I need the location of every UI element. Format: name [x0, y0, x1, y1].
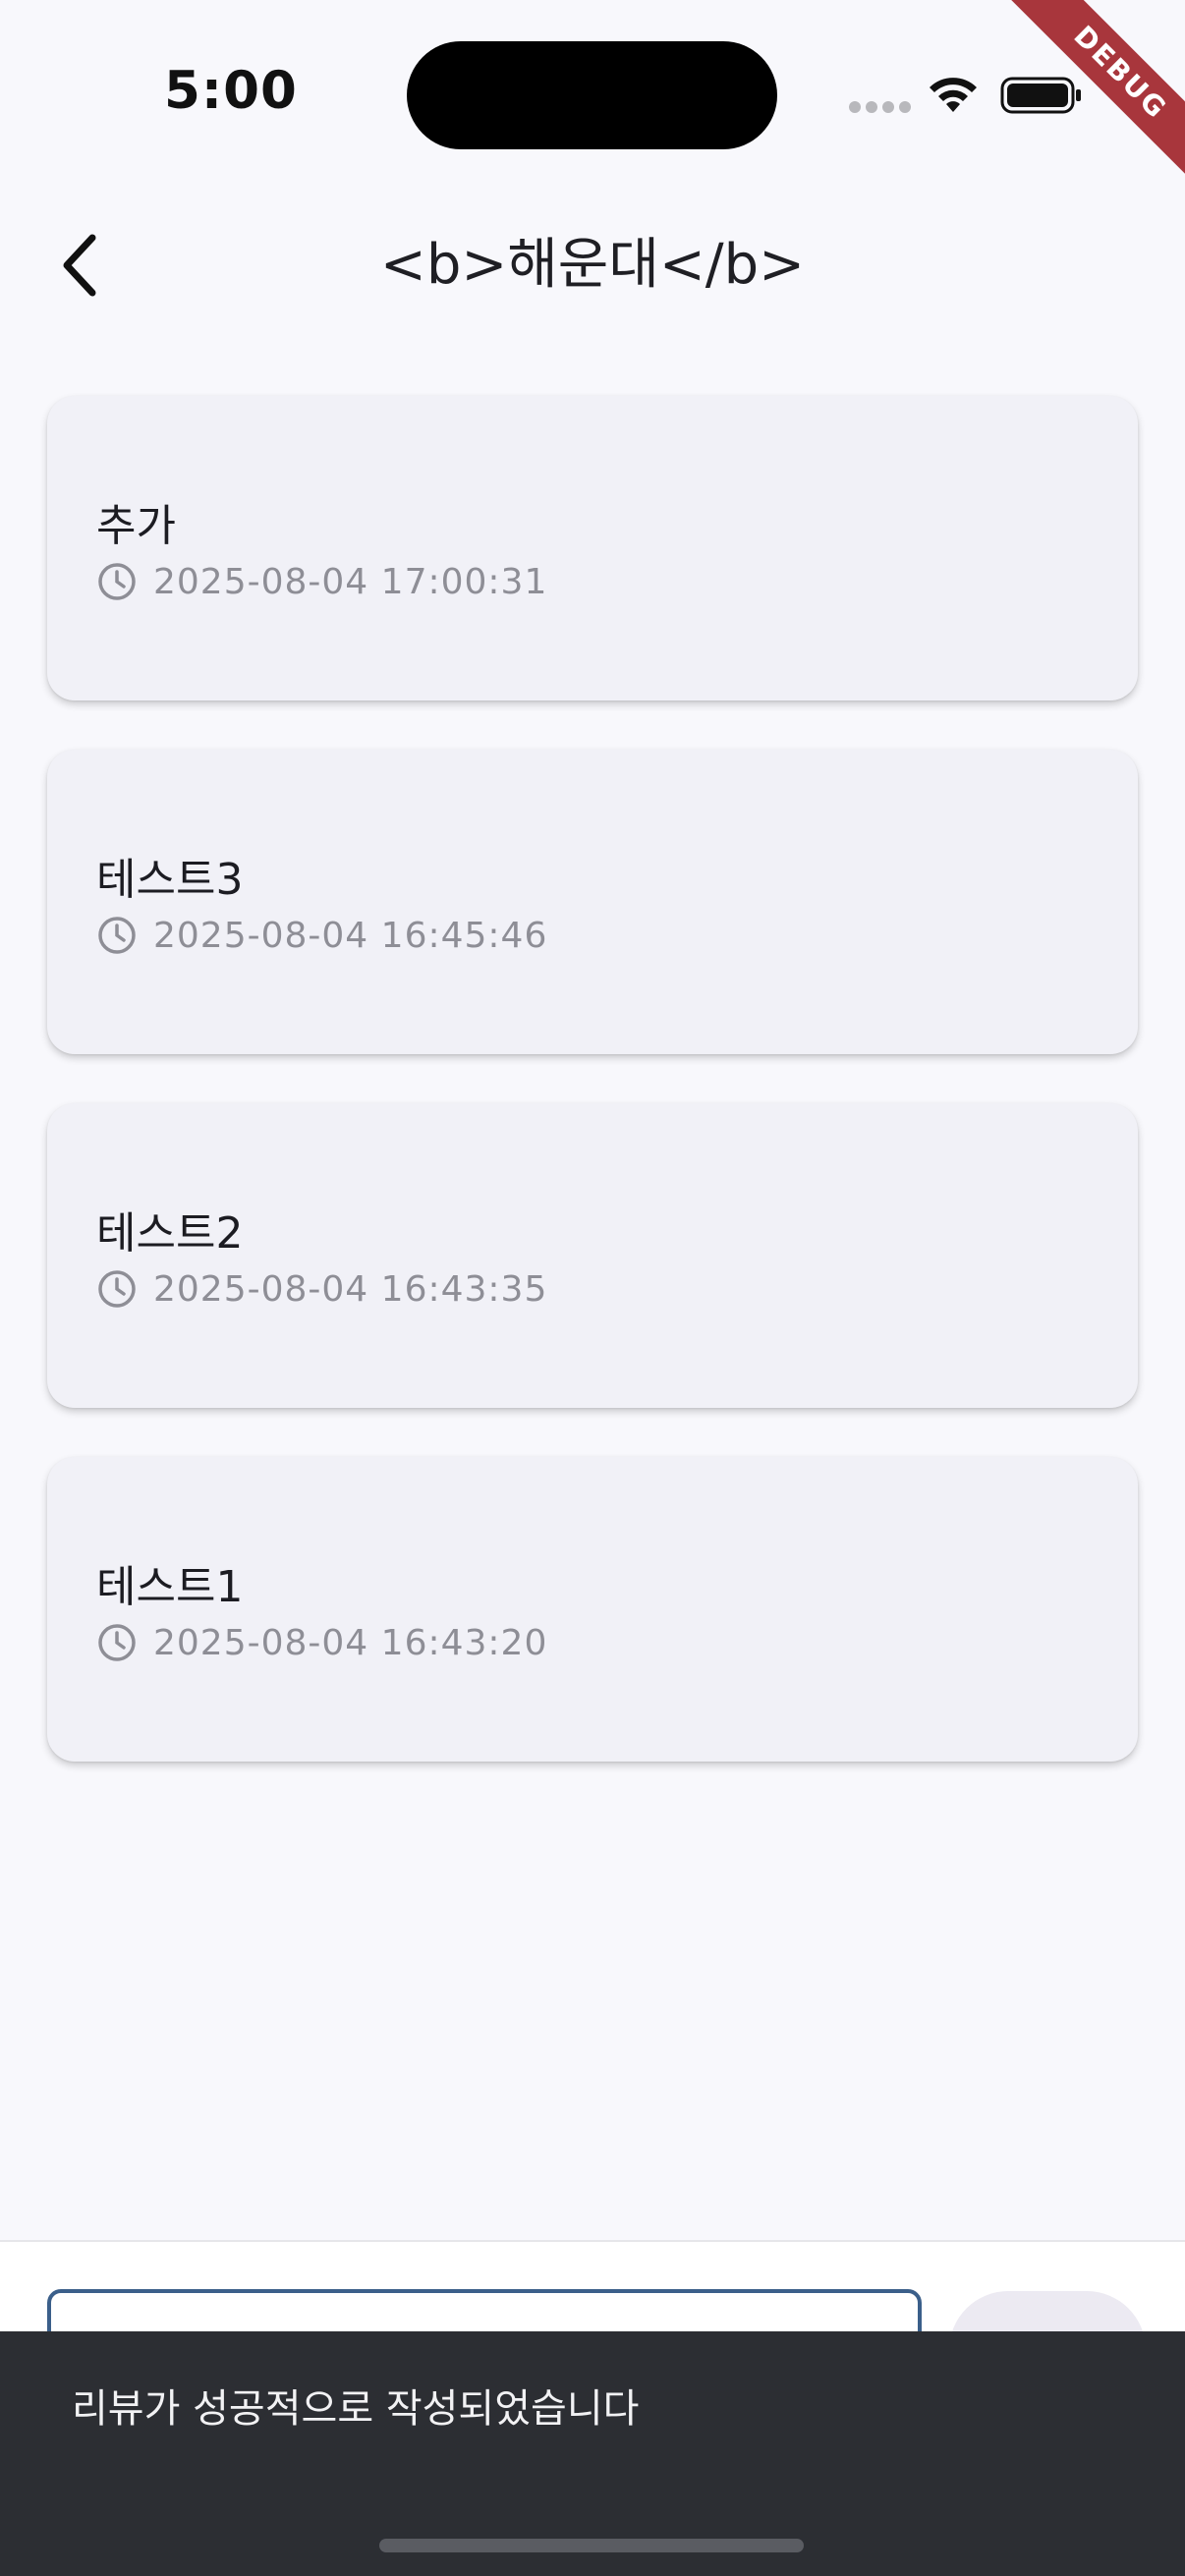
- review-card[interactable]: 추가 2025-08-04 17:00:31: [47, 396, 1138, 700]
- review-list: 추가 2025-08-04 17:00:31 테스트3 2025-08-04 1…: [47, 396, 1138, 1811]
- review-datetime: 2025-08-04 17:00:31: [153, 561, 548, 602]
- review-title: 테스트1: [96, 1562, 244, 1612]
- review-card[interactable]: 테스트1 2025-08-04 16:43:20: [47, 1457, 1138, 1762]
- review-datetime: 2025-08-04 16:43:20: [153, 1622, 548, 1663]
- review-list-screen: 5:00 DEBUG <b>해운대</b> 추가 2025-08-04 17:0…: [0, 0, 1185, 2576]
- review-meta: 2025-08-04 17:00:31: [96, 561, 547, 602]
- review-card[interactable]: 테스트2 2025-08-04 16:43:35: [47, 1103, 1138, 1408]
- review-meta: 2025-08-04 16:43:35: [96, 1268, 547, 1310]
- debug-label: DEBUG: [997, 0, 1185, 196]
- review-meta: 2025-08-04 16:43:20: [96, 1622, 547, 1663]
- clock-icon: [98, 563, 136, 600]
- dynamic-island: [407, 41, 777, 149]
- clock-icon: [98, 917, 136, 954]
- clock-icon: [98, 1624, 136, 1661]
- review-card[interactable]: 테스트3 2025-08-04 16:45:46: [47, 750, 1138, 1054]
- back-button[interactable]: [47, 226, 118, 305]
- review-datetime: 2025-08-04 16:45:46: [153, 915, 548, 956]
- review-datetime: 2025-08-04 16:43:35: [153, 1268, 548, 1310]
- review-meta: 2025-08-04 16:45:46: [96, 915, 547, 956]
- review-title: 테스트2: [96, 1208, 244, 1259]
- chevron-left-icon: [63, 234, 96, 297]
- review-title: 테스트3: [96, 855, 244, 905]
- cellular-signal-icon: [849, 101, 911, 113]
- snackbar-message: 리뷰가 성공적으로 작성되었습니다: [72, 2386, 640, 2432]
- status-time: 5:00: [164, 61, 298, 121]
- review-title: 추가: [96, 501, 176, 551]
- home-indicator[interactable]: [379, 2539, 804, 2552]
- clock-icon: [98, 1270, 136, 1308]
- page-title: <b>해운대</b>: [379, 233, 806, 297]
- debug-banner: DEBUG: [969, 0, 1185, 216]
